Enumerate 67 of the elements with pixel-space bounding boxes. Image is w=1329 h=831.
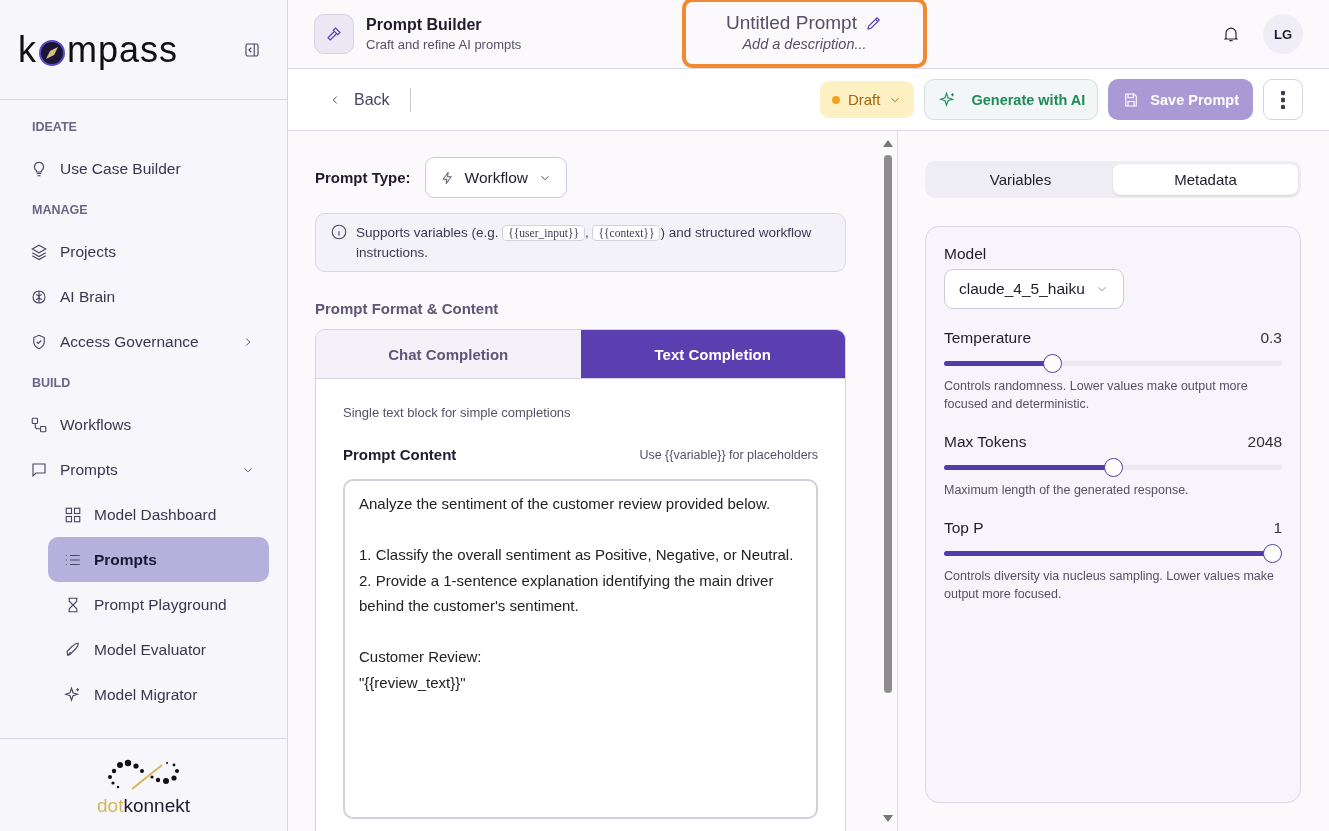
workflow-icon (30, 415, 48, 434)
more-button[interactable] (1263, 79, 1303, 120)
slider-label: Max Tokens (944, 433, 1027, 451)
slider-description: Controls diversity via nucleus sampling. Lower values make output more focused. (944, 568, 1275, 603)
section-title: Prompt Format & Content (315, 300, 500, 317)
prompt-title[interactable]: Untitled Prompt (726, 12, 857, 34)
scroll-up-arrow-icon (883, 139, 893, 147)
slider-value: 2048 (1247, 433, 1282, 451)
page-subtitle: Craft and refine AI prompts (366, 37, 523, 52)
format-tab[interactable]: Text Completion (580, 330, 845, 378)
status-dropdown[interactable]: Draft (819, 81, 915, 118)
sidebar-item[interactable]: Prompts (48, 537, 269, 582)
slider-thumb[interactable] (1103, 458, 1123, 477)
shield-icon (30, 332, 48, 351)
slider-label: Top P (944, 519, 984, 537)
brand-name: dotkonnekt (97, 795, 190, 817)
info-icon (330, 223, 348, 241)
section-heading: BUILD (32, 376, 72, 390)
page-title: Prompt Builder (366, 16, 483, 34)
chat-icon (30, 460, 48, 479)
slider-thumb[interactable] (1042, 354, 1062, 373)
hammer-icon (325, 25, 343, 43)
settings-tab[interactable]: Metadata (1113, 164, 1298, 195)
grid-icon (64, 505, 82, 524)
format-description: Single text block for simple completions (343, 405, 572, 420)
prompt-content-field[interactable]: Analyze the sentiment of the customer review provided below. 1. Classify the overall sentiment as Positive, Negative, or Neutral. 2. Provide a 1-sentence explanation identifying the main driver behind the customer's sentiment. Customer Review: "{{review_text}}" (343, 479, 818, 819)
section-heading: MANAGE (32, 203, 89, 217)
compass-icon (38, 38, 66, 67)
layers-icon (30, 242, 48, 261)
vertical-dots-icon (1281, 90, 1285, 109)
pencil-icon (864, 14, 883, 32)
slider-description: Controls randomness. Lower values make output more focused and deterministic. (944, 378, 1249, 413)
user-avatar[interactable]: LG (1263, 14, 1303, 54)
format-tab[interactable]: Chat Completion (316, 330, 581, 378)
slider-description: Maximum length of the generated response. (944, 482, 1190, 499)
sparkle-icon (64, 685, 82, 704)
sidebar-item[interactable]: Access Governance (30, 319, 269, 364)
sidebar-item[interactable]: Model Dashboard (48, 492, 269, 537)
sidebar-item[interactable]: Model Evaluator (48, 627, 269, 672)
field-hint: Use {{variable}} for placeholders (639, 447, 818, 462)
sidebar-item[interactable]: Prompt Playground (48, 582, 269, 627)
generate-button[interactable]: Generate with AI (924, 79, 1099, 120)
sidebar-item[interactable]: Projects (30, 229, 269, 274)
description-field[interactable]: Add a description... (704, 34, 905, 54)
slider-value: 1 (1273, 519, 1282, 537)
status-dot (831, 95, 840, 104)
sidebar-item[interactable]: Workflows (30, 402, 269, 447)
sidebar-item[interactable]: Use Case Builder (30, 146, 269, 191)
info-text: Supports variables (e.g. {{user_input}} , {{context}} ) and structured workflow instructions. (356, 224, 813, 262)
sidebar-item[interactable]: Model Migrator (48, 672, 269, 717)
scrollbar-thumb[interactable] (884, 155, 892, 693)
model-dropdown[interactable]: claude_4_5_haiku (944, 269, 1124, 309)
field-label: Model (944, 245, 988, 263)
logo: k mpass (18, 28, 179, 71)
collapse-sidebar-icon (243, 40, 261, 59)
slider-thumb[interactable] (1263, 544, 1282, 563)
prompt-type-dropdown[interactable]: Workflow (424, 157, 567, 198)
slider-label: Temperature (944, 329, 1031, 347)
back-button[interactable]: Back (328, 90, 390, 109)
sidebar-item[interactable]: Prompts (30, 447, 269, 492)
field-label: Prompt Type: (315, 169, 411, 186)
scroll-down-arrow-icon (883, 815, 893, 823)
field-label: Prompt Content (343, 446, 457, 463)
sidebar-item[interactable]: AI Brain (30, 274, 269, 319)
settings-tab[interactable]: Variables (928, 164, 1113, 195)
slider-value: 0.3 (1260, 329, 1282, 347)
section-heading: IDEATE (32, 120, 78, 134)
